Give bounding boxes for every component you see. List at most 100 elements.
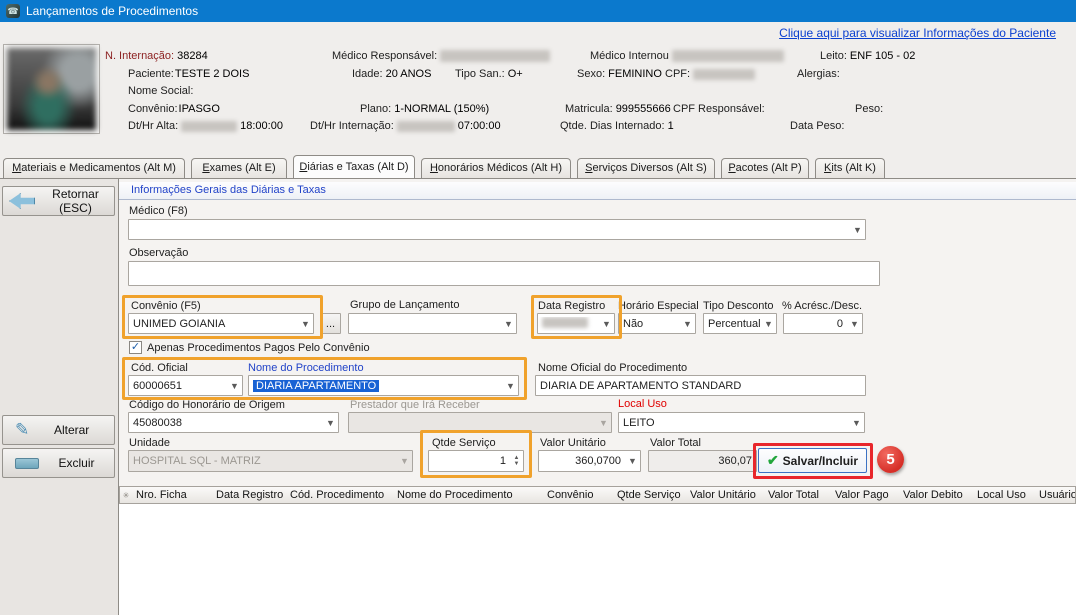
col-valor-pago[interactable]: Valor Pago xyxy=(831,486,900,504)
convenio-browse-button[interactable]: ... xyxy=(320,313,341,334)
field-alergias: Alergias: xyxy=(797,68,840,80)
col-valor-debito[interactable]: Valor Debito xyxy=(899,486,974,504)
field-label: Paciente: xyxy=(128,68,174,80)
tab-kits[interactable]: Kits (Alt K) xyxy=(815,158,885,178)
salvar-incluir-button[interactable]: ✔ Salvar/Incluir xyxy=(758,448,867,473)
chevron-down-icon[interactable]: ▼ xyxy=(849,418,864,428)
step-5-badge: 5 xyxy=(877,446,904,473)
qtde-servico-stepper[interactable]: 1 ▲▼ xyxy=(428,450,524,472)
data-registro-combo[interactable]: ▼ xyxy=(537,313,615,334)
unidade-value: HOSPITAL SQL - MATRIZ xyxy=(129,455,397,467)
valor-total-label: Valor Total xyxy=(650,437,701,449)
chevron-down-icon[interactable]: ▼ xyxy=(323,418,338,428)
titlebar: Lançamentos de Procedimentos xyxy=(0,0,1076,22)
tab-servicos-diversos[interactable]: Serviços Diversos (Alt S) xyxy=(577,158,715,178)
tab-divider xyxy=(0,178,1076,179)
col-usuario[interactable]: Usuário xyxy=(1035,486,1076,504)
apenas-pagos-label: Apenas Procedimentos Pagos Pelo Convênio xyxy=(147,342,370,354)
data-registro-value xyxy=(538,317,599,331)
checkbox-apenas-pagos[interactable]: ✓ xyxy=(129,341,142,354)
retornar-button[interactable]: Retornar (ESC) xyxy=(2,186,115,216)
spinner-arrows-icon[interactable]: ▲▼ xyxy=(510,455,523,467)
chevron-down-icon[interactable]: ▼ xyxy=(298,319,313,329)
patient-info-link[interactable]: Clique aqui para visualizar Informações … xyxy=(779,26,1056,40)
app-icon xyxy=(6,4,20,18)
col-valor-unitario[interactable]: Valor Unitário xyxy=(686,486,765,504)
patient-header: Clique aqui para visualizar Informações … xyxy=(0,22,1076,155)
horario-especial-label: Horário Especial xyxy=(618,300,699,312)
field-value: 1 xyxy=(668,120,674,132)
chevron-down-icon[interactable]: ▼ xyxy=(625,456,640,466)
col-qtde-servico[interactable]: Qtde Serviço xyxy=(613,486,687,504)
field-label: Peso: xyxy=(855,103,883,115)
qtde-servico-label: Qtde Serviço xyxy=(432,437,496,449)
prestador-label: Prestador que Irá Receber xyxy=(350,399,480,411)
field-label: Leito: xyxy=(820,50,847,62)
col-valor-total[interactable]: Valor Total xyxy=(764,486,832,504)
nome-procedimento-combo[interactable]: DIARIA APARTAMENTO ▼ xyxy=(248,375,519,396)
chevron-down-icon[interactable]: ▼ xyxy=(761,319,776,329)
patient-photo xyxy=(7,48,96,130)
qtde-servico-value: 1 xyxy=(429,455,510,467)
nome-procedimento-value: DIARIA APARTAMENTO xyxy=(249,380,503,392)
chevron-down-icon: ▼ xyxy=(397,456,412,466)
field-label: Nome Social: xyxy=(128,85,193,97)
acresc-desc-input[interactable]: 0 ▼ xyxy=(783,313,863,334)
procedure-entry-window: Lançamentos de Procedimentos Clique aqui… xyxy=(0,0,1076,615)
col-cod-procedimento[interactable]: Cód. Procedimento xyxy=(286,486,394,504)
field-nome-social: Nome Social: xyxy=(128,85,193,97)
field-qtde-dias-internado: Qtde. Dias Internado: 1 xyxy=(560,120,674,132)
field-value: TESTE 2 DOIS xyxy=(175,68,250,80)
nome-oficial-input[interactable]: DIARIA DE APARTAMENTO STANDARD xyxy=(535,375,866,396)
chevron-down-icon[interactable]: ▼ xyxy=(850,225,865,235)
horario-especial-combo[interactable]: Não ▼ xyxy=(618,313,696,334)
local-uso-combo[interactable]: LEITO ▼ xyxy=(618,412,865,433)
observacao-input[interactable] xyxy=(128,261,880,286)
tab-exames[interactable]: Exames (Alt E) xyxy=(191,158,287,178)
tipo-desconto-value: Percentual xyxy=(704,318,761,330)
tipo-desconto-combo[interactable]: Percentual ▼ xyxy=(703,313,777,334)
col-local-uso[interactable]: Local Uso xyxy=(973,486,1036,504)
col-data-registro[interactable]: Data Registro xyxy=(212,486,287,504)
chevron-down-icon[interactable]: ▼ xyxy=(227,381,242,391)
valor-total-value: 360,07 xyxy=(649,455,756,467)
cod-honorario-combo[interactable]: 45080038 ▼ xyxy=(128,412,339,433)
chevron-down-icon[interactable]: ▼ xyxy=(599,319,614,329)
valor-unitario-input[interactable]: 360,0700 ▼ xyxy=(538,450,641,472)
excluir-button[interactable]: Excluir xyxy=(2,448,115,478)
cod-oficial-combo[interactable]: 60000651 ▼ xyxy=(128,375,243,396)
grupo-lancamento-combo[interactable]: ▼ xyxy=(348,313,517,334)
col-nro-ficha[interactable]: Nro. Ficha xyxy=(132,486,213,504)
chevron-down-icon[interactable]: ▼ xyxy=(503,381,518,391)
convenio-combo[interactable]: UNIMED GOIANIA ▼ xyxy=(128,313,314,334)
field-label: Médico Internou xyxy=(590,50,669,62)
field-label: Alergias: xyxy=(797,68,840,80)
nome-procedimento-label: Nome do Procedimento xyxy=(248,362,364,374)
chevron-down-icon[interactable]: ▼ xyxy=(680,319,695,329)
convenio-f5-label: Convênio (F5) xyxy=(131,300,201,312)
medico-combo[interactable]: ▼ xyxy=(128,219,866,240)
field-sexo: Sexo: FEMININO xyxy=(577,68,662,80)
check-icon: ✔ xyxy=(767,452,779,469)
chevron-down-icon[interactable]: ▼ xyxy=(847,319,862,329)
tab-materiais-medicamentos[interactable]: Materiais e Medicamentos (Alt M) xyxy=(3,158,185,178)
salvar-incluir-label: Salvar/Incluir xyxy=(783,454,858,468)
retornar-label: Retornar (ESC) xyxy=(39,187,114,215)
tab-honorarios-medicos[interactable]: Honorários Médicos (Alt H) xyxy=(421,158,571,178)
field-paciente: Paciente: TESTE 2 DOIS xyxy=(128,68,249,80)
chevron-down-icon[interactable]: ▼ xyxy=(501,319,516,329)
local-uso-value: LEITO xyxy=(619,417,849,429)
field-idade: Idade: 20 ANOS xyxy=(352,68,431,80)
field-label: Plano: xyxy=(360,103,391,115)
col-convenio[interactable]: Convênio xyxy=(543,486,614,504)
data-registro-label: Data Registro xyxy=(538,300,605,312)
redacted-value xyxy=(181,121,237,132)
alterar-button[interactable]: ✎ Alterar xyxy=(2,415,115,445)
field-peso: Peso: xyxy=(855,103,883,115)
field-matricula: Matricula: 999555666 xyxy=(565,103,671,115)
tab-pacotes[interactable]: Pacotes (Alt P) xyxy=(721,158,809,178)
field-label: N. Internação: xyxy=(105,50,174,62)
results-table-body[interactable] xyxy=(119,504,1076,615)
tab-diarias-taxas[interactable]: Diárias e Taxas (Alt D) xyxy=(293,155,415,178)
col-nome-procedimento[interactable]: Nome do Procedimento xyxy=(393,486,544,504)
